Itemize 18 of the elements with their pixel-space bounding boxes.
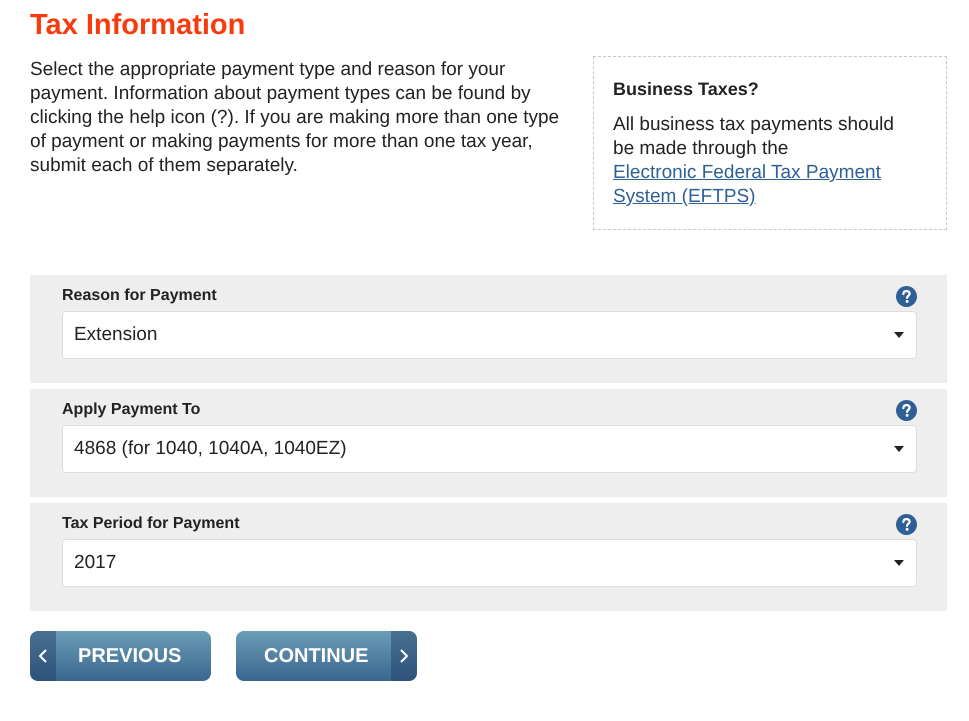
field-label: Tax Period for Payment bbox=[62, 514, 240, 534]
help-icon[interactable] bbox=[896, 400, 917, 420]
instructions-text: Select the appropriate payment type and reason for your payment. Information about payment types can be found by clicking the help icon (?). If you are making more than one type of payment or making payments for more than one tax year, submit each of them separately. bbox=[30, 58, 560, 178]
field-label: Apply Payment To bbox=[62, 400, 200, 420]
select-field[interactable]: 2017 bbox=[62, 539, 917, 587]
continue-button[interactable]: CONTINUE bbox=[236, 631, 417, 681]
page-title: Tax Information bbox=[30, 8, 246, 42]
chevron-left-icon bbox=[38, 648, 48, 664]
eftps-link[interactable]: Electronic Federal Tax Payment System (EFTPS) bbox=[613, 161, 909, 209]
select-field[interactable]: 4868 (for 1040, 1040A, 1040EZ) bbox=[62, 425, 917, 473]
field-label: Reason for Payment bbox=[62, 286, 217, 306]
previous-button[interactable]: PREVIOUS bbox=[30, 631, 211, 681]
chevron-right-icon bbox=[399, 648, 409, 664]
info-title: Business Taxes? bbox=[613, 78, 760, 101]
select-field[interactable]: Extension bbox=[62, 311, 917, 359]
help-icon[interactable] bbox=[896, 514, 917, 534]
info-text: All business tax payments should be made through the Electronic Federal Tax Payment System (EFTPS) bbox=[613, 113, 927, 209]
help-icon[interactable] bbox=[896, 286, 917, 306]
